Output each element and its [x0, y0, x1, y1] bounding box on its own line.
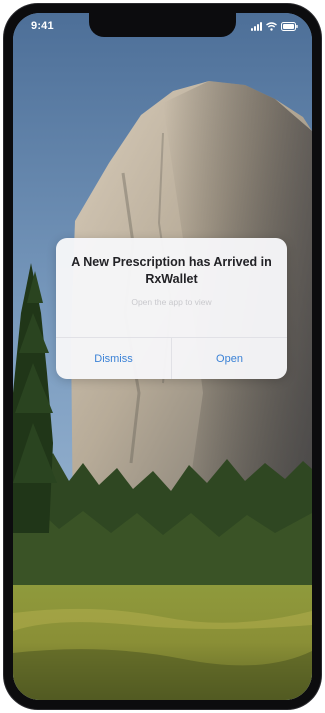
status-icons	[251, 21, 298, 31]
lock-screen: 9:41 A New Prescription has Arrived in R…	[13, 13, 312, 700]
wifi-icon	[266, 22, 277, 31]
signal-icon	[251, 22, 262, 31]
prescription-alert-dialog: A New Prescription has Arrived in RxWall…	[56, 238, 287, 379]
open-button[interactable]: Open	[172, 338, 287, 379]
phone-frame: 9:41 A New Prescription has Arrived in R…	[4, 4, 321, 709]
alert-title: A New Prescription has Arrived in RxWall…	[71, 255, 272, 286]
status-time: 9:41	[31, 20, 54, 32]
alert-actions: Dismiss Open	[56, 337, 287, 379]
battery-icon	[281, 22, 298, 31]
dismiss-button[interactable]: Dismiss	[56, 338, 171, 379]
alert-message: Open the app to view	[131, 297, 212, 307]
status-bar: 9:41	[13, 13, 312, 39]
